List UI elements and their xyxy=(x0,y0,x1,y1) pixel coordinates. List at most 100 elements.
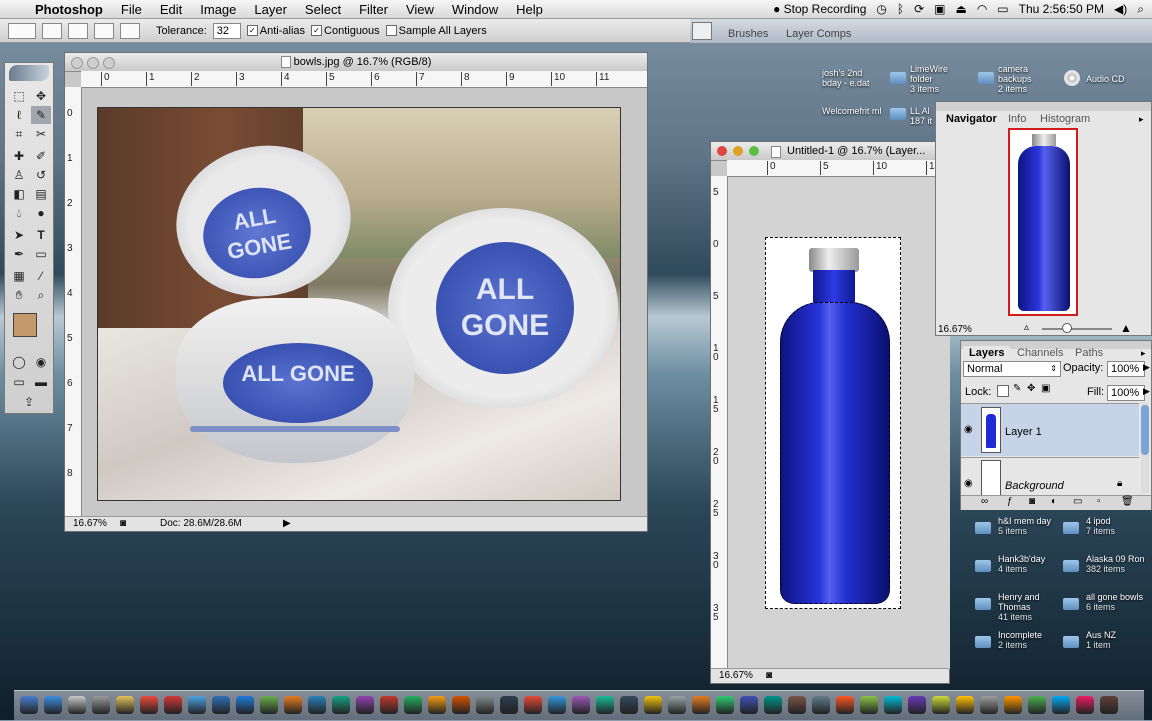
zoom-field[interactable]: 16.67% xyxy=(73,517,107,531)
vertical-ruler[interactable]: 5 0 5 10 15 20 25 30 35 xyxy=(711,176,728,670)
palette-well-icon[interactable] xyxy=(692,22,712,40)
stop-recording-button[interactable]: ● Stop Recording xyxy=(773,2,866,16)
dock-app-icon[interactable] xyxy=(1028,696,1046,714)
time-machine-icon[interactable]: ◷ xyxy=(876,2,886,16)
dock-app-icon[interactable] xyxy=(692,696,710,714)
layer-name[interactable]: Layer 1 xyxy=(1005,426,1042,438)
lock-transparency-icon[interactable] xyxy=(997,385,1009,397)
lasso-tool[interactable]: ℓ xyxy=(9,106,29,124)
lock-image-icon[interactable]: ✎ xyxy=(1013,383,1021,394)
tab-histogram[interactable]: Histogram xyxy=(1034,112,1096,126)
opacity-input[interactable]: 100% xyxy=(1107,361,1145,377)
dock-app-icon[interactable] xyxy=(20,696,38,714)
anti-alias-checkbox[interactable]: ✓ Anti-alias xyxy=(246,25,305,37)
horizontal-ruler[interactable]: 051015 xyxy=(727,160,949,177)
dock-app-icon[interactable] xyxy=(356,696,374,714)
status-icon[interactable]: ◙ xyxy=(766,669,772,683)
menu-filter[interactable]: Filter xyxy=(350,2,397,17)
tab-paths[interactable]: Paths xyxy=(1069,346,1109,360)
minimize-button[interactable] xyxy=(87,57,99,69)
minimize-button[interactable] xyxy=(733,146,743,156)
delete-layer-icon[interactable]: 🗑︎ xyxy=(1121,496,1134,507)
bowls-canvas[interactable]: ALL GONE ALL GONE ALL GONE xyxy=(97,107,621,501)
fill-arrow-icon[interactable]: ▶ xyxy=(1143,386,1150,397)
dock-app-icon[interactable] xyxy=(668,696,686,714)
desktop-folder[interactable]: Henry and Thomas 41 items xyxy=(998,592,1060,622)
healing-brush-tool[interactable]: ✚ xyxy=(9,147,29,165)
lock-position-icon[interactable]: ✥ xyxy=(1027,383,1035,394)
tab-info[interactable]: Info xyxy=(1002,112,1032,126)
dock-app-icon[interactable] xyxy=(548,696,566,714)
vertical-ruler[interactable]: 0 1 2 3 4 5 6 7 8 xyxy=(65,87,82,517)
wifi-icon[interactable]: ◠ xyxy=(977,2,987,16)
quick-mask-icon[interactable]: ◯ xyxy=(9,353,29,371)
desktop-item[interactable]: LimeWire folder 3 items xyxy=(910,64,960,94)
dock-app-icon[interactable] xyxy=(500,696,518,714)
spotlight-icon[interactable]: ⌕ xyxy=(1137,2,1144,17)
dock-app-icon[interactable] xyxy=(644,696,662,714)
dock-app-icon[interactable] xyxy=(116,696,134,714)
tab-channels[interactable]: Channels xyxy=(1011,346,1069,360)
display-icon[interactable]: ▣ xyxy=(934,2,945,16)
dock-app-icon[interactable] xyxy=(716,696,734,714)
dock-app-icon[interactable] xyxy=(332,696,350,714)
dock-app-icon[interactable] xyxy=(932,696,950,714)
standard-mode-icon[interactable]: ◉ xyxy=(31,353,51,371)
dock-app-icon[interactable] xyxy=(140,696,158,714)
zoom-out-icon[interactable]: ▵ xyxy=(1024,322,1029,333)
dock-app-icon[interactable] xyxy=(884,696,902,714)
desktop-item[interactable]: camera backups 2 items xyxy=(998,64,1048,94)
tab-navigator[interactable]: Navigator xyxy=(940,112,1003,126)
dock-app-icon[interactable] xyxy=(620,696,638,714)
dock-app-icon[interactable] xyxy=(812,696,830,714)
blend-mode-select[interactable]: Normal ⇕ xyxy=(963,361,1061,377)
new-selection-button[interactable] xyxy=(42,22,62,39)
dock-app-icon[interactable] xyxy=(1052,696,1070,714)
menu-file[interactable]: File xyxy=(112,2,151,17)
desktop-item[interactable]: Welcomefrit ml xyxy=(822,106,882,116)
desktop-item[interactable]: josh's 2nd bday - e.dat xyxy=(822,68,884,88)
marquee-tool[interactable]: ⬚ xyxy=(9,87,29,105)
dock-app-icon[interactable] xyxy=(788,696,806,714)
eye-icon[interactable]: ◉ xyxy=(964,424,973,435)
sync-icon[interactable]: ⟳ xyxy=(914,2,924,16)
dock-app-icon[interactable] xyxy=(236,696,254,714)
screen-mode-icon[interactable]: ▭ xyxy=(9,373,29,391)
menu-window[interactable]: Window xyxy=(443,2,507,17)
zoom-tool[interactable]: ⌕ xyxy=(31,286,51,304)
history-brush-tool[interactable]: ↺ xyxy=(31,166,51,184)
lock-all-icon[interactable]: ▣ xyxy=(1041,383,1050,394)
dock-app-icon[interactable] xyxy=(1004,696,1022,714)
layer-style-icon[interactable]: ƒ xyxy=(1007,496,1013,507)
shape-tool[interactable]: ▭ xyxy=(31,245,51,263)
blur-tool[interactable]: 💧︎ xyxy=(9,204,29,222)
dock-app-icon[interactable] xyxy=(860,696,878,714)
panel-title-strip[interactable] xyxy=(936,102,1151,111)
dock-app-icon[interactable] xyxy=(452,696,470,714)
bluetooth-icon[interactable]: ᛒ xyxy=(897,2,904,16)
layer-name[interactable]: Background xyxy=(1005,480,1064,492)
gradient-tool[interactable]: ▤ xyxy=(31,185,51,203)
subtract-selection-button[interactable] xyxy=(94,22,114,39)
dock-app-icon[interactable] xyxy=(212,696,230,714)
dock-app-icon[interactable] xyxy=(476,696,494,714)
desktop-item[interactable]: Audio CD xyxy=(1086,74,1125,84)
horizontal-ruler[interactable]: 0 1 2 3 4 5 6 7 8 9 10 11 xyxy=(81,71,647,88)
tool-preset-picker[interactable] xyxy=(8,22,36,39)
new-layer-icon[interactable]: ▫ xyxy=(1097,496,1101,507)
magic-wand-tool[interactable]: ✎ xyxy=(31,106,51,124)
zoom-field[interactable]: 16.67% xyxy=(719,669,753,683)
dock-app-icon[interactable] xyxy=(260,696,278,714)
dock-app-icon[interactable] xyxy=(1100,696,1118,714)
dock-app-icon[interactable] xyxy=(188,696,206,714)
menu-view[interactable]: View xyxy=(397,2,443,17)
zoom-slider[interactable] xyxy=(1042,328,1112,330)
desktop-folder[interactable]: 4 ipod 7 items xyxy=(1086,516,1148,536)
layer-row[interactable]: ◉ Background 🔒︎ xyxy=(961,457,1139,496)
dock-app-icon[interactable] xyxy=(428,696,446,714)
desktop-folder[interactable]: Aus NZ 1 item xyxy=(1086,630,1148,650)
layer-mask-icon[interactable]: ◙ xyxy=(1029,496,1035,507)
crop-tool[interactable]: ⌗ xyxy=(9,125,29,143)
menu-select[interactable]: Select xyxy=(296,2,350,17)
battery-icon[interactable]: ▭ xyxy=(997,2,1008,16)
